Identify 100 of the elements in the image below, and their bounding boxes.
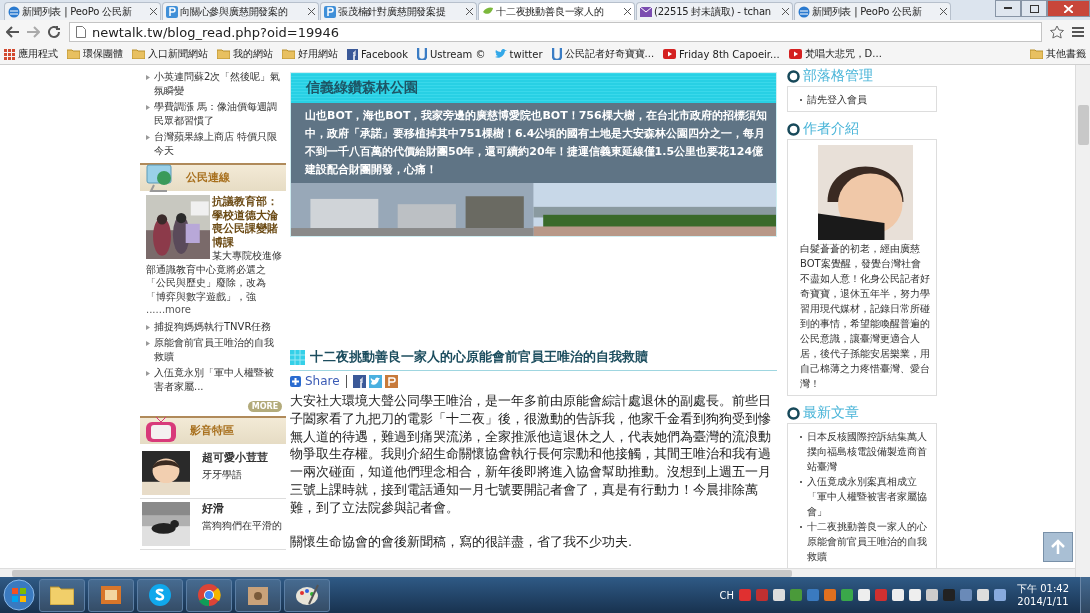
close-icon[interactable] <box>308 8 315 15</box>
tray-icon[interactable] <box>773 589 785 601</box>
globe-icon <box>798 5 810 18</box>
video-description: 當狗狗們在平滑的 <box>202 518 282 532</box>
bullet-icon <box>146 341 150 346</box>
browser-tab[interactable]: 向關心參與廣慈開發案的 <box>162 2 319 20</box>
browser-tab[interactable]: 張茂楠針對廣慈開發案提 <box>320 2 477 20</box>
news-link[interactable]: 台灣蘋果線上商店 特價只限今天 <box>140 129 286 159</box>
folder-icon <box>67 49 80 59</box>
taskbar-button[interactable] <box>284 578 330 612</box>
article-link[interactable]: 日本反核國際控訴結集萬人撲向福島核電設備製造商首站臺灣 <box>800 429 930 474</box>
maximize-icon[interactable] <box>1029 4 1039 13</box>
article-link[interactable]: 十二夜挑動善良一家人的心原能會前官員王唯治的自我救贖 <box>800 519 930 564</box>
tray-icon[interactable] <box>875 589 887 601</box>
star-icon[interactable] <box>1050 25 1064 39</box>
grid-square-icon <box>290 350 305 365</box>
bookmark[interactable]: Ustream © <box>417 48 486 60</box>
play-icon <box>663 49 677 59</box>
tray-icon[interactable] <box>909 589 921 601</box>
section-title: 影音特區 <box>190 424 234 438</box>
tray-icon[interactable] <box>926 589 938 601</box>
apps-grid-icon <box>4 48 15 60</box>
bullet-icon <box>146 105 150 110</box>
video-description: 牙牙學語 <box>202 467 243 481</box>
tray-icon[interactable] <box>739 589 751 601</box>
folder-icon <box>282 49 295 59</box>
bookmark[interactable]: 其他書籤 <box>1030 47 1086 61</box>
tray-icon[interactable] <box>858 589 870 601</box>
bookmark[interactable]: 公民記者好奇寶寶... <box>551 47 655 61</box>
browser-tab[interactable]: 新聞列表 | PeoPo 公民新 <box>4 2 161 20</box>
back-icon[interactable] <box>6 26 19 38</box>
bookmark[interactable]: Friday 8th Capoeir... <box>663 48 780 60</box>
vertical-scrollbar[interactable] <box>1075 65 1090 577</box>
facebook-icon[interactable] <box>352 374 366 388</box>
chrome-icon <box>197 583 221 607</box>
ring-icon <box>787 122 800 136</box>
bookmark[interactable]: 環保團體 <box>67 47 123 61</box>
horizontal-scrollbar[interactable] <box>0 568 1075 577</box>
tray-icon[interactable] <box>960 589 972 601</box>
taskbar-button[interactable] <box>88 578 134 612</box>
bookmark[interactable]: 好用網站 <box>282 47 338 61</box>
browser-tab[interactable]: 十二夜挑動善良一家人的 <box>478 2 635 20</box>
start-icon[interactable] <box>2 578 36 612</box>
tray-icon[interactable] <box>994 589 1006 601</box>
language-indicator[interactable]: CH <box>719 589 734 601</box>
feature-title[interactable]: 抗議教育部：學校道德大淪喪公民課變賭博課 <box>146 195 282 249</box>
close-icon[interactable] <box>624 8 631 15</box>
author-bio: 白髮蒼蒼的初老，經由廣慈BOT案覺醒，發覺台灣社會不盡如人意！化身公民記者好奇寶寶，退休五年半，努力學習用現代媒材，記錄日常所碰到的事情，希望能喚醒普遍的公民意識，讓臺灣更適合人居，後代子孫能安居樂業，用自己棉薄之力疼惜臺灣、愛台灣！ <box>800 242 930 391</box>
browser-tab[interactable]: (22515 封未讀取) - tchan <box>636 2 793 20</box>
minimize-icon[interactable] <box>1004 7 1012 10</box>
share-button[interactable]: Share <box>290 374 340 388</box>
folder-icon <box>217 49 230 59</box>
tray-icon[interactable] <box>790 589 802 601</box>
bookmark[interactable]: Facebook <box>347 48 408 60</box>
address-bar[interactable]: newtalk.tw/blog_read.php?oid=19946 <box>69 22 1042 42</box>
ring-icon <box>787 406 800 420</box>
banner-text: 山也BOT，海也BOT，我家旁邊的廣慈博愛院也BOT！756棵大樹，在台北市政府的招標須知中，政府「承諾」要移植掉其中751棵樹！6.4公頃的國有土地是大安森林公園四分之一，每月不到一千八百萬的代價給財團50年，還可續約20年！捷運信義東延線僅1.5公里也要花124億建設配合財團開發，心痛！ <box>291 103 776 183</box>
reload-icon[interactable] <box>48 25 61 39</box>
close-icon[interactable] <box>466 8 473 15</box>
news-link[interactable]: 原能會前官員王唯治的自我救贖 <box>140 335 286 365</box>
tray-icon[interactable] <box>824 589 836 601</box>
taskbar-button[interactable] <box>137 578 183 612</box>
box-icon <box>247 584 269 606</box>
news-link[interactable]: 小英連問蘇2次「然後呢」氣氛瞬變 <box>140 69 286 99</box>
section-title: 作者介紹 <box>803 120 859 138</box>
page-icon <box>76 26 86 38</box>
tray-icon[interactable] <box>892 589 904 601</box>
p-icon[interactable] <box>384 374 398 388</box>
banner-title: 信義綠鑽森林公園 <box>306 79 418 97</box>
article-paragraph: 大安社大環境大聲公同學王唯治，是一年多前由原能會綜計處退休的副處長。前些日子闔家看了九把刀的電影「十二夜」後，很激動的告訴我，他家千金看到狗狗受到慘無人道的待遇，難過到痛哭流涕，全家推派他這退休之人，代表她們為臺灣的流浪動物爭取生存權。我則介紹生命關懷協會執行長何宗勳和他接觸，其間王唯治和我有過一兩次碰面，知道他們理念相合，新年後即將進入協會幫助推動。沒想到上週五一月三號上課時就，接到電話通知一月七號要開記者會了，真是有行動力！今晨排除萬難，到了立法院參與記者會。 <box>290 392 772 517</box>
video-title[interactable]: 超可愛小荳荳 <box>202 451 268 465</box>
p-icon <box>166 5 178 18</box>
tray-icon[interactable] <box>841 589 853 601</box>
bookmark[interactable]: 我的網站 <box>217 47 273 61</box>
menu-icon[interactable] <box>1072 27 1084 37</box>
close-icon[interactable] <box>940 8 947 15</box>
news-link[interactable]: 入伍竟永別「軍中人權暨被害者家屬... <box>140 365 286 395</box>
show-desktop-button[interactable] <box>1080 577 1090 613</box>
video-title[interactable]: 好滑 <box>202 502 282 516</box>
bookmark[interactable]: 梵唱大悲咒，D... <box>788 47 882 61</box>
news-link[interactable]: 捕捉狗媽媽執行TNVR任務 <box>140 318 286 335</box>
browser-tab[interactable]: 新聞列表 | PeoPo 公民新 <box>794 2 951 20</box>
close-icon[interactable] <box>150 8 157 15</box>
news-link[interactable]: 學費調漲 馬：像油價每週調民眾都習慣了 <box>140 99 286 129</box>
section-title: 公民連線 <box>186 171 230 185</box>
scroll-top-button[interactable] <box>1043 532 1073 562</box>
article-link[interactable]: 入伍竟成永別案真相成立「軍中人權暨被害者家屬協會」 <box>800 474 930 519</box>
forward-icon[interactable] <box>27 26 40 38</box>
login-link[interactable]: 請先登入會員 <box>800 92 930 107</box>
bird-icon <box>494 49 507 59</box>
bookmark[interactable]: twitter <box>494 48 543 60</box>
clock[interactable]: 下午 01:42 2014/1/11 <box>1017 582 1069 608</box>
bookmark[interactable]: 應用程式 <box>4 47 58 61</box>
close-icon[interactable] <box>782 8 789 15</box>
more-link[interactable]: ......more <box>146 304 191 315</box>
taskbar-button[interactable] <box>235 578 281 612</box>
tray-icon[interactable] <box>977 589 989 601</box>
taskbar-button[interactable] <box>39 578 85 612</box>
taskbar-button[interactable] <box>186 578 232 612</box>
bookmark[interactable]: 入口新聞網站 <box>132 47 208 61</box>
